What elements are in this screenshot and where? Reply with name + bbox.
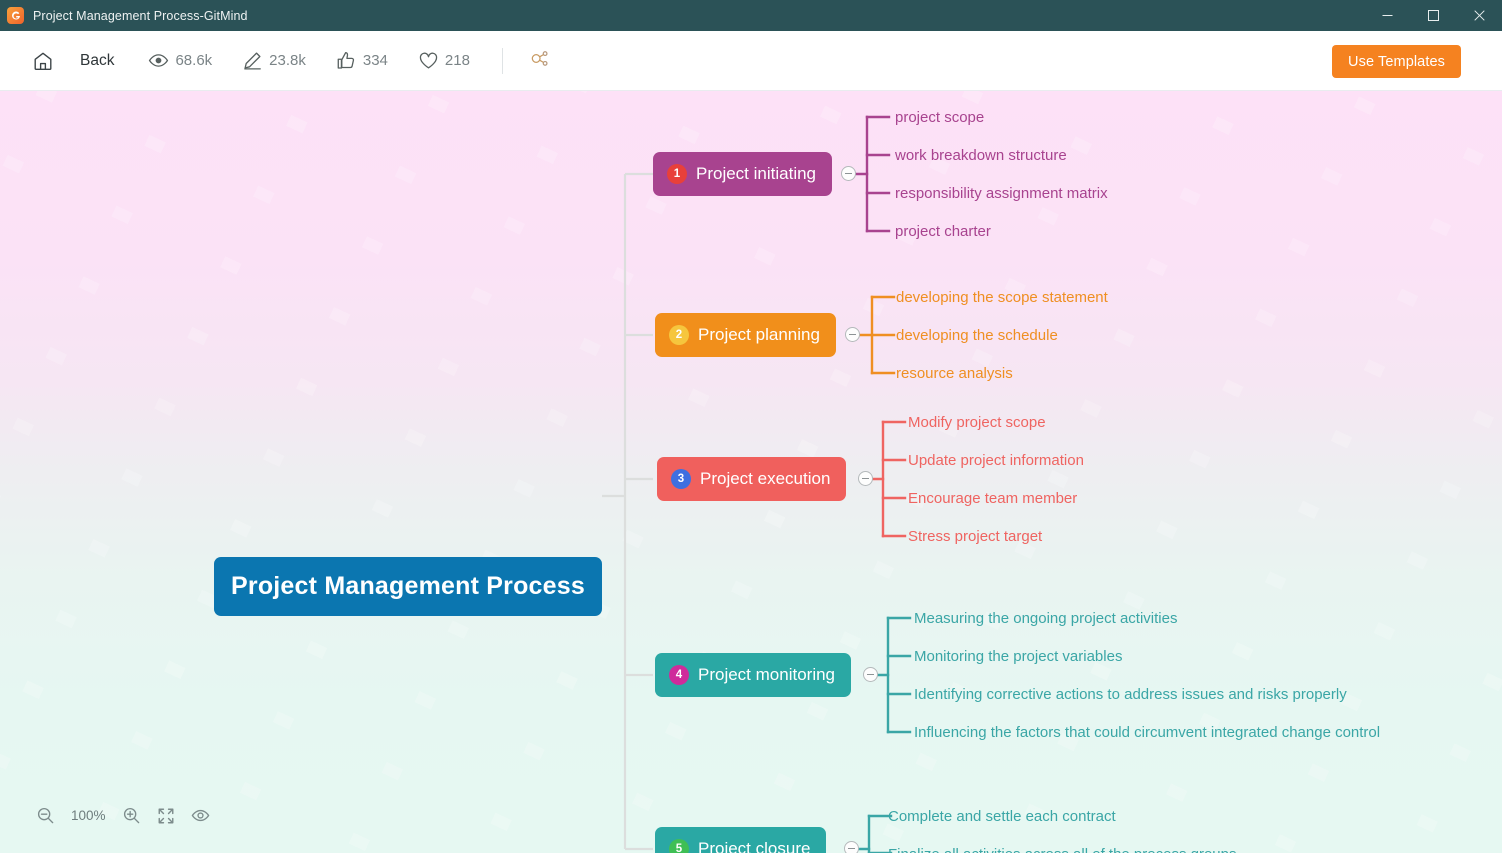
favorites-stat[interactable]: 218 bbox=[418, 50, 470, 71]
leaf-3-1[interactable]: Modify project scope bbox=[908, 415, 1046, 430]
back-button[interactable]: Back bbox=[80, 52, 114, 70]
leaf-1-1[interactable]: project scope bbox=[895, 110, 984, 125]
branch-badge-3: 3 bbox=[671, 469, 691, 489]
collapse-toggle-4[interactable] bbox=[863, 667, 878, 682]
collapse-toggle-5[interactable] bbox=[844, 841, 859, 853]
minimize-icon[interactable] bbox=[1364, 0, 1410, 31]
leaf-2-3[interactable]: resource analysis bbox=[896, 366, 1013, 381]
title-bar: Project Management Process-GitMind bbox=[0, 0, 1502, 31]
leaf-3-4[interactable]: Stress project target bbox=[908, 529, 1042, 544]
leaf-4-3[interactable]: Identifying corrective actions to addres… bbox=[914, 687, 1347, 702]
pencil-icon bbox=[242, 50, 263, 71]
collapse-toggle-2[interactable] bbox=[845, 327, 860, 342]
close-icon[interactable] bbox=[1456, 0, 1502, 31]
branch-label-5: Project closure bbox=[698, 839, 811, 853]
branch-node-2[interactable]: 2 Project planning bbox=[655, 313, 836, 357]
heart-icon bbox=[418, 50, 439, 71]
branch-label-4: Project monitoring bbox=[698, 665, 836, 684]
fit-screen-icon[interactable] bbox=[157, 807, 175, 825]
branch-node-3[interactable]: 3 Project execution bbox=[657, 457, 847, 501]
leaf-2-1[interactable]: developing the scope statement bbox=[896, 290, 1108, 305]
branch-label-3: Project execution bbox=[700, 469, 831, 488]
leaf-5-1[interactable]: Complete and settle each contract bbox=[888, 809, 1116, 824]
leaf-4-4[interactable]: Influencing the factors that could circu… bbox=[914, 725, 1380, 740]
leaf-3-3[interactable]: Encourage team member bbox=[908, 491, 1077, 506]
zoom-controls: 100% bbox=[36, 806, 210, 825]
edits-count: 23.8k bbox=[269, 52, 306, 69]
branch-badge-5: 5 bbox=[669, 839, 689, 853]
mindmap-canvas[interactable]: Project Management Process 1 Project ini… bbox=[0, 91, 1502, 853]
likes-stat[interactable]: 334 bbox=[336, 50, 388, 71]
leaf-1-3[interactable]: responsibility assignment matrix bbox=[895, 186, 1108, 201]
branch-label-2: Project planning bbox=[698, 325, 820, 344]
thumbs-up-icon bbox=[336, 50, 357, 71]
home-button[interactable] bbox=[32, 50, 54, 72]
leaf-2-2[interactable]: developing the schedule bbox=[896, 328, 1058, 343]
favorites-count: 218 bbox=[444, 52, 470, 69]
views-stat: 68.6k bbox=[148, 50, 212, 71]
toolbar: Back 68.6k 23.8k 334 218 Use Templates bbox=[0, 31, 1502, 91]
branch-node-1[interactable]: 1 Project initiating bbox=[653, 152, 833, 196]
likes-count: 334 bbox=[362, 52, 388, 69]
preview-eye-icon[interactable] bbox=[191, 806, 210, 825]
root-node[interactable]: Project Management Process bbox=[214, 557, 602, 616]
zoom-out-icon[interactable] bbox=[36, 806, 55, 825]
zoom-level: 100% bbox=[71, 808, 106, 823]
window-title: Project Management Process-GitMind bbox=[33, 8, 248, 23]
share-button[interactable] bbox=[529, 48, 550, 74]
branch-label-1: Project initiating bbox=[696, 164, 817, 183]
leaf-1-2[interactable]: work breakdown structure bbox=[895, 148, 1067, 163]
zoom-in-icon[interactable] bbox=[122, 806, 141, 825]
gitmind-logo-icon bbox=[7, 7, 24, 24]
branch-node-4[interactable]: 4 Project monitoring bbox=[655, 653, 852, 697]
edits-stat: 23.8k bbox=[242, 50, 306, 71]
eye-icon bbox=[148, 50, 169, 71]
toolbar-divider bbox=[501, 47, 503, 74]
use-templates-button[interactable]: Use Templates bbox=[1332, 45, 1461, 78]
share-icon bbox=[529, 48, 550, 74]
branch-badge-1: 1 bbox=[667, 164, 687, 184]
branch-badge-4: 4 bbox=[669, 665, 689, 685]
collapse-toggle-1[interactable] bbox=[841, 166, 856, 181]
leaf-4-2[interactable]: Monitoring the project variables bbox=[914, 649, 1122, 664]
back-label: Back bbox=[80, 51, 115, 69]
home-icon bbox=[32, 50, 54, 72]
window-controls bbox=[1364, 0, 1502, 31]
maximize-icon[interactable] bbox=[1410, 0, 1456, 31]
leaf-5-2[interactable]: Finalize all activities across all of th… bbox=[888, 847, 1237, 853]
branch-node-5[interactable]: 5 Project closure bbox=[655, 827, 827, 853]
views-count: 68.6k bbox=[175, 52, 213, 69]
root-node-label: Project Management Process bbox=[231, 572, 585, 600]
branch-badge-2: 2 bbox=[669, 325, 689, 345]
collapse-toggle-3[interactable] bbox=[858, 471, 873, 486]
leaf-4-1[interactable]: Measuring the ongoing project activities bbox=[914, 611, 1177, 626]
leaf-3-2[interactable]: Update project information bbox=[908, 453, 1084, 468]
leaf-1-4[interactable]: project charter bbox=[895, 224, 991, 239]
